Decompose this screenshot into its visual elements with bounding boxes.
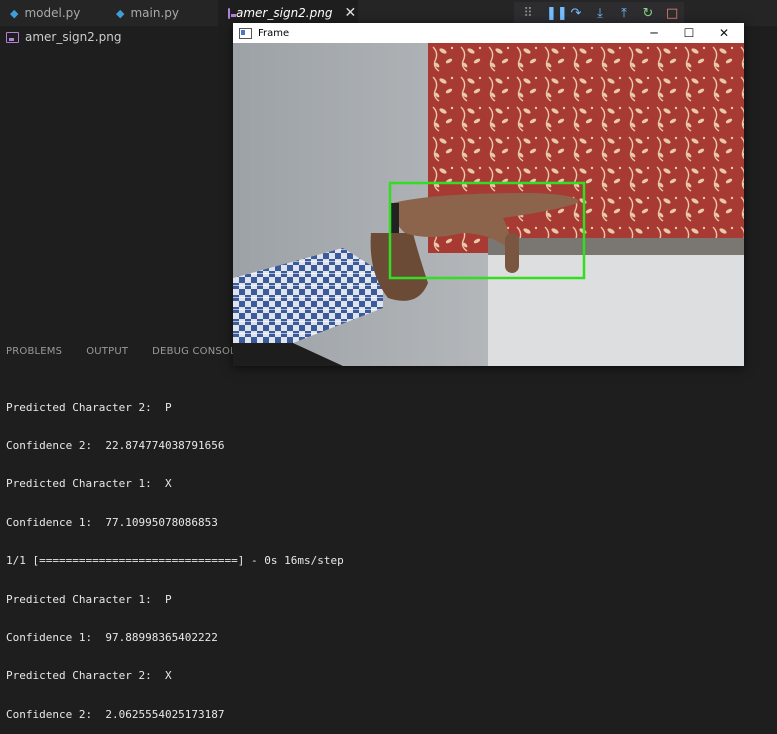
debug-toolbar: ⠿ ❚❚ ↷ ⤓ ⤒ ↻ □ [514, 2, 684, 24]
camera-feed [233, 43, 744, 366]
restart-icon[interactable]: ↻ [642, 6, 654, 21]
close-tab-icon[interactable]: ✕ [344, 5, 356, 21]
terminal-line: Confidence 1: 97.88998365402222 [6, 630, 218, 644]
image-icon [6, 31, 19, 43]
tab-label: amer_sign2.png [236, 6, 333, 20]
breadcrumb: amer_sign2.png [6, 30, 121, 44]
maximize-button[interactable]: ☐ [671, 23, 707, 43]
step-over-icon[interactable]: ↷ [570, 6, 582, 21]
terminal-line: Predicted Character 2: P [6, 400, 172, 414]
terminal-line: Predicted Character 1: X [6, 477, 172, 491]
tab-label: model.py [24, 6, 81, 20]
terminal-line: Confidence 2: 22.874774038791656 [6, 438, 225, 452]
image-icon [228, 7, 236, 19]
python-icon: ◆ [116, 6, 125, 20]
terminal-line: Confidence 1: 77.10995078086853 [6, 515, 218, 529]
tab-debug-console[interactable]: DEBUG CONSOLE [152, 346, 242, 357]
drag-handle-icon[interactable]: ⠿ [522, 6, 534, 21]
terminal-line: Confidence 2: 2.0625554025173187 [6, 707, 225, 721]
step-into-icon[interactable]: ⤓ [594, 6, 606, 21]
tab-model-py[interactable]: ◆ model.py [0, 0, 103, 26]
window-sill [488, 238, 744, 256]
tab-main-py[interactable]: ◆ main.py [106, 0, 216, 26]
terminal-line: Predicted Character 1: P [6, 592, 172, 606]
tab-problems[interactable]: PROBLEMS [6, 346, 62, 357]
python-icon: ◆ [10, 6, 19, 20]
pause-icon[interactable]: ❚❚ [546, 6, 568, 21]
frame-window: Frame ─ ☐ ✕ [233, 23, 744, 366]
stop-icon[interactable]: □ [666, 6, 678, 21]
terminal-line: Predicted Character 2: X [6, 669, 172, 683]
tab-label: main.py [130, 6, 179, 20]
close-window-button[interactable]: ✕ [706, 23, 742, 43]
terminal-line: 1/1 [==============================] - 0… [6, 554, 344, 568]
tab-output[interactable]: OUTPUT [86, 346, 128, 357]
frame-titlebar[interactable]: Frame ─ ☐ ✕ [233, 23, 744, 43]
minimize-button[interactable]: ─ [636, 23, 672, 43]
window-app-icon [239, 27, 252, 39]
breadcrumb-file[interactable]: amer_sign2.png [25, 30, 121, 44]
terminal-output[interactable]: Predicted Character 2: P Confidence 2: 2… [6, 376, 766, 734]
frame-title: Frame [258, 27, 290, 39]
panel-tabs: PROBLEMS OUTPUT DEBUG CONSOLE [6, 346, 242, 357]
step-out-icon[interactable]: ⤒ [618, 6, 630, 21]
